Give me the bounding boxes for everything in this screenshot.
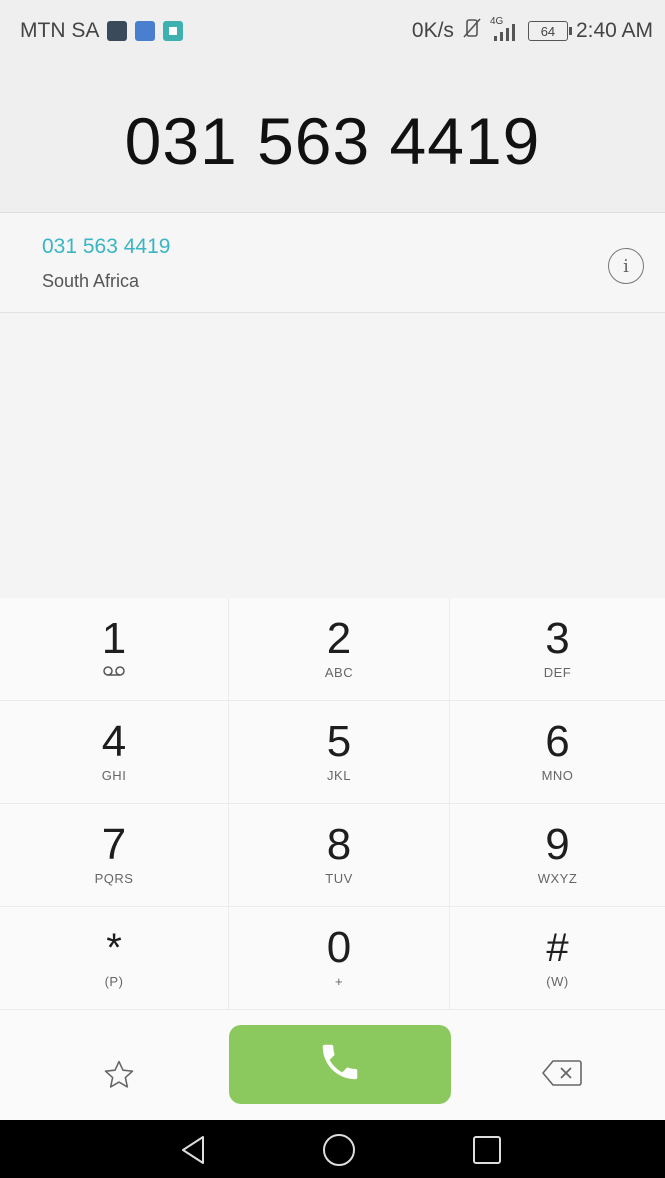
notification-photo-icon xyxy=(163,21,184,41)
key-3[interactable]: 3 DEF xyxy=(450,598,665,701)
key-letters: GHI xyxy=(101,768,127,783)
battery-indicator: 64 xyxy=(527,21,572,41)
key-0[interactable]: 0 + xyxy=(229,907,450,1010)
contact-suggestion-row[interactable]: 031 563 4419 South Africa xyxy=(0,213,665,313)
empty-results-area xyxy=(0,313,665,598)
key-digit: 2 xyxy=(326,614,352,663)
call-button[interactable] xyxy=(229,1025,451,1104)
key-6[interactable]: 6 MNO xyxy=(450,701,665,804)
key-8[interactable]: 8 TUV xyxy=(229,804,450,907)
key-letters: ABC xyxy=(324,665,354,680)
key-digit: 8 xyxy=(326,820,352,869)
battery-level: 64 xyxy=(540,23,556,39)
back-triangle-icon[interactable] xyxy=(176,1133,210,1167)
key-star[interactable]: * (P) xyxy=(0,907,229,1010)
key-letters: WXYZ xyxy=(537,871,578,886)
network-type: 4G xyxy=(489,16,504,27)
key-letters: + xyxy=(334,974,344,989)
dialed-number-display[interactable]: 031 563 4419 xyxy=(0,70,665,213)
dialed-number: 031 563 4419 xyxy=(124,104,541,178)
info-glyph: i xyxy=(623,255,629,277)
key-4[interactable]: 4 GHI xyxy=(0,701,229,804)
suggestion-location: South Africa xyxy=(42,271,140,291)
key-7[interactable]: 7 PQRS xyxy=(0,804,229,907)
voicemail-icon xyxy=(103,665,125,681)
suggestion-number: 031 563 4419 xyxy=(42,235,171,258)
navigation-bar xyxy=(0,1120,665,1178)
key-letters: DEF xyxy=(543,665,572,680)
key-hash[interactable]: # (W) xyxy=(450,907,665,1010)
phone-icon xyxy=(317,1039,363,1090)
key-digit: # xyxy=(546,926,569,970)
network-speed: 0K/s xyxy=(411,19,454,42)
key-letters: MNO xyxy=(541,768,574,783)
carrier-name: MTN SA xyxy=(20,19,100,42)
recents-square-icon[interactable] xyxy=(470,1133,504,1167)
status-bar: MTN SA 0K/s 4G 64 2:40 AM xyxy=(0,0,665,70)
signal-icon: 4G xyxy=(490,16,520,42)
info-icon[interactable]: i xyxy=(608,248,644,284)
key-1[interactable]: 1 xyxy=(0,598,229,701)
key-letters: (W) xyxy=(546,974,569,989)
status-left: MTN SA xyxy=(20,19,184,43)
key-digit: 1 xyxy=(101,614,127,663)
key-digit: 3 xyxy=(545,614,570,663)
vibrate-off-icon xyxy=(462,17,482,45)
dialer-actions xyxy=(0,1010,665,1120)
key-digit: 0 xyxy=(326,923,352,972)
notification-app-icon xyxy=(107,21,128,41)
key-digit: 7 xyxy=(101,820,127,869)
key-5[interactable]: 5 JKL xyxy=(229,701,450,804)
key-letters: TUV xyxy=(325,871,353,886)
key-digit: 5 xyxy=(326,717,352,766)
key-9[interactable]: 9 WXYZ xyxy=(450,804,665,907)
star-outline-icon[interactable] xyxy=(98,1054,140,1096)
backspace-icon[interactable] xyxy=(540,1055,584,1091)
status-right: 0K/s 4G 64 2:40 AM xyxy=(411,16,653,45)
key-letters: PQRS xyxy=(94,871,134,886)
notification-gallery-icon xyxy=(135,21,156,41)
key-digit: 6 xyxy=(545,717,570,766)
dialpad: 1 2 ABC 3 DEF 4 GHI 5 JKL 6 MNO 7 PQRS 8… xyxy=(0,598,665,1010)
key-letters: JKL xyxy=(327,768,351,783)
home-circle-icon[interactable] xyxy=(322,1133,356,1167)
key-digit: * xyxy=(106,926,122,970)
key-digit: 4 xyxy=(101,717,127,766)
clock: 2:40 AM xyxy=(575,19,653,42)
key-letters: (P) xyxy=(104,974,124,989)
key-digit: 9 xyxy=(545,820,570,869)
key-2[interactable]: 2 ABC xyxy=(229,598,450,701)
